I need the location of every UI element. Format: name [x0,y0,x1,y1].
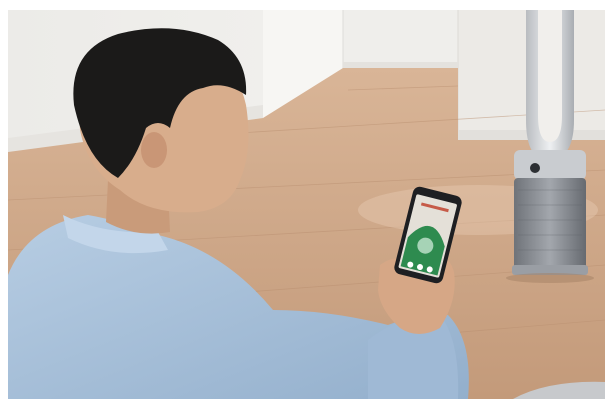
photo [8,10,605,399]
photo-frame [8,10,605,399]
